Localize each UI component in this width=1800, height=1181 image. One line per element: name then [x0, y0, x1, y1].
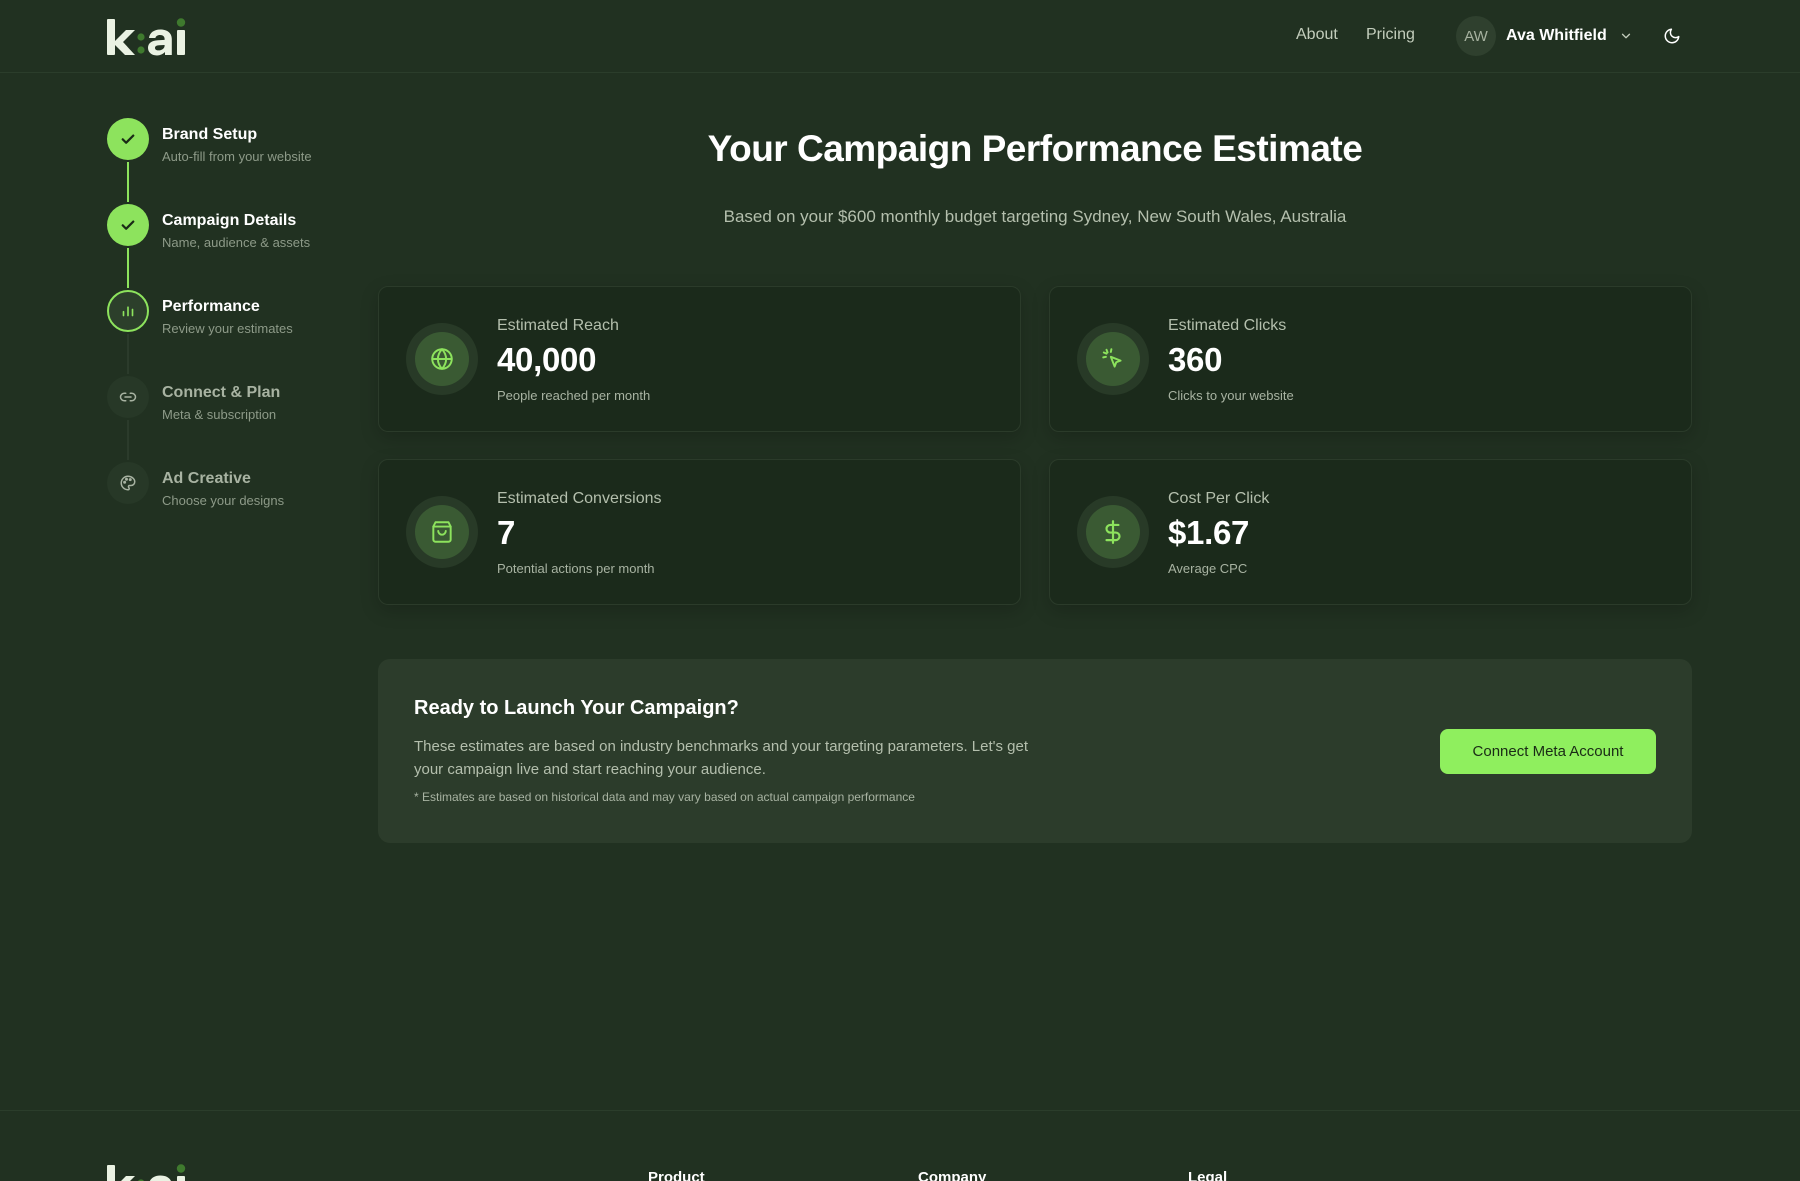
metric-card-clicks: Estimated Clicks 360 Clicks to your webs… [1049, 286, 1692, 432]
metric-icon-ring [1077, 496, 1149, 568]
metric-value: 360 [1168, 341, 1223, 378]
palette-icon [120, 475, 136, 491]
metric-description: Average CPC [1168, 561, 1248, 576]
check-icon [121, 220, 135, 230]
step-title: Brand Setup [162, 126, 258, 143]
metric-icon-ring [406, 323, 478, 395]
page-title: Your Campaign Performance Estimate [707, 128, 1363, 169]
metric-value: $1.67 [1168, 514, 1250, 551]
globe-icon [431, 347, 453, 371]
step-campaign-details[interactable]: Campaign Details Name, audience & assets [107, 204, 367, 264]
step-title: Campaign Details [162, 212, 297, 229]
metric-icon-badge [415, 505, 469, 559]
step-status-pending [107, 376, 149, 418]
page-subtitle: Based on your $600 monthly budget target… [723, 207, 1347, 226]
cta-disclaimer: * Estimates are based on historical data… [414, 790, 915, 804]
step-brand-setup[interactable]: Brand Setup Auto-fill from your website [107, 118, 367, 178]
connect-meta-account-button[interactable]: Connect Meta Account [1440, 729, 1656, 774]
user-menu[interactable]: AW Ava Whitfield [1456, 16, 1633, 56]
step-title: Connect & Plan [162, 384, 281, 401]
footer: Product Company Legal [0, 1110, 1800, 1181]
footer-heading-product: Product [648, 1169, 705, 1181]
cursor-click-icon [1102, 348, 1122, 368]
dollar-icon [1105, 520, 1121, 544]
moon-icon [1664, 28, 1680, 44]
metric-value: 40,000 [497, 341, 597, 378]
shopping-bag-icon [432, 521, 452, 543]
metric-label: Cost Per Click [1168, 490, 1270, 507]
step-status-active [107, 290, 149, 332]
metric-description: Clicks to your website [1168, 388, 1294, 403]
theme-toggle-button[interactable] [1660, 24, 1684, 48]
step-subtitle: Choose your designs [162, 493, 285, 508]
step-subtitle: Review your estimates [162, 321, 293, 336]
top-nav: About Pricing AW Ava Whitfield [0, 0, 1800, 73]
cta-title: Ready to Launch Your Campaign? [414, 697, 739, 719]
footer-heading-legal: Legal [1188, 1169, 1228, 1181]
step-performance[interactable]: Performance Review your estimates [107, 290, 367, 350]
metric-icon-badge [1086, 505, 1140, 559]
link-icon [119, 392, 137, 402]
kai-logo-icon [107, 1164, 186, 1181]
step-subtitle: Meta & subscription [162, 407, 277, 422]
user-name: Ava Whitfield [1506, 27, 1607, 44]
chevron-down-icon [1619, 29, 1633, 43]
metric-icon-ring [406, 496, 478, 568]
metric-icon-badge [415, 332, 469, 386]
avatar: AW [1456, 16, 1496, 56]
metric-card-reach: Estimated Reach 40,000 People reached pe… [378, 286, 1021, 432]
step-status-pending [107, 462, 149, 504]
step-connect-plan[interactable]: Connect & Plan Meta & subscription [107, 376, 367, 436]
metric-description: People reached per month [497, 388, 651, 403]
kai-logo-icon [107, 18, 186, 56]
footer-heading-company: Company [918, 1169, 987, 1181]
step-ad-creative[interactable]: Ad Creative Choose your designs [107, 462, 367, 522]
step-status-done [107, 118, 149, 160]
launch-cta-panel: Ready to Launch Your Campaign? These est… [378, 659, 1692, 843]
metric-card-cpc: Cost Per Click $1.67 Average CPC [1049, 459, 1692, 605]
metric-icon-ring [1077, 323, 1149, 395]
check-icon [121, 134, 135, 144]
logo[interactable] [107, 17, 191, 57]
metric-value: 7 [497, 514, 516, 551]
page: About Pricing AW Ava Whitfield Brand Set… [0, 0, 1800, 1181]
step-title: Ad Creative [162, 470, 251, 487]
metric-label: Estimated Conversions [497, 490, 662, 507]
footer-logo[interactable] [107, 1163, 191, 1181]
cta-description: These estimates are based on industry be… [414, 738, 1029, 778]
metric-description: Potential actions per month [497, 561, 655, 576]
metric-label: Estimated Clicks [1168, 317, 1287, 334]
step-title: Performance [162, 298, 260, 315]
metric-icon-badge [1086, 332, 1140, 386]
metric-card-conversions: Estimated Conversions 7 Potential action… [378, 459, 1021, 605]
step-subtitle: Name, audience & assets [162, 235, 311, 250]
metric-label: Estimated Reach [497, 317, 619, 334]
nav-about-link[interactable]: About [1296, 26, 1338, 44]
step-subtitle: Auto-fill from your website [162, 149, 312, 164]
bar-chart-icon [122, 306, 134, 317]
nav-pricing-link[interactable]: Pricing [1366, 26, 1415, 44]
step-status-done [107, 204, 149, 246]
